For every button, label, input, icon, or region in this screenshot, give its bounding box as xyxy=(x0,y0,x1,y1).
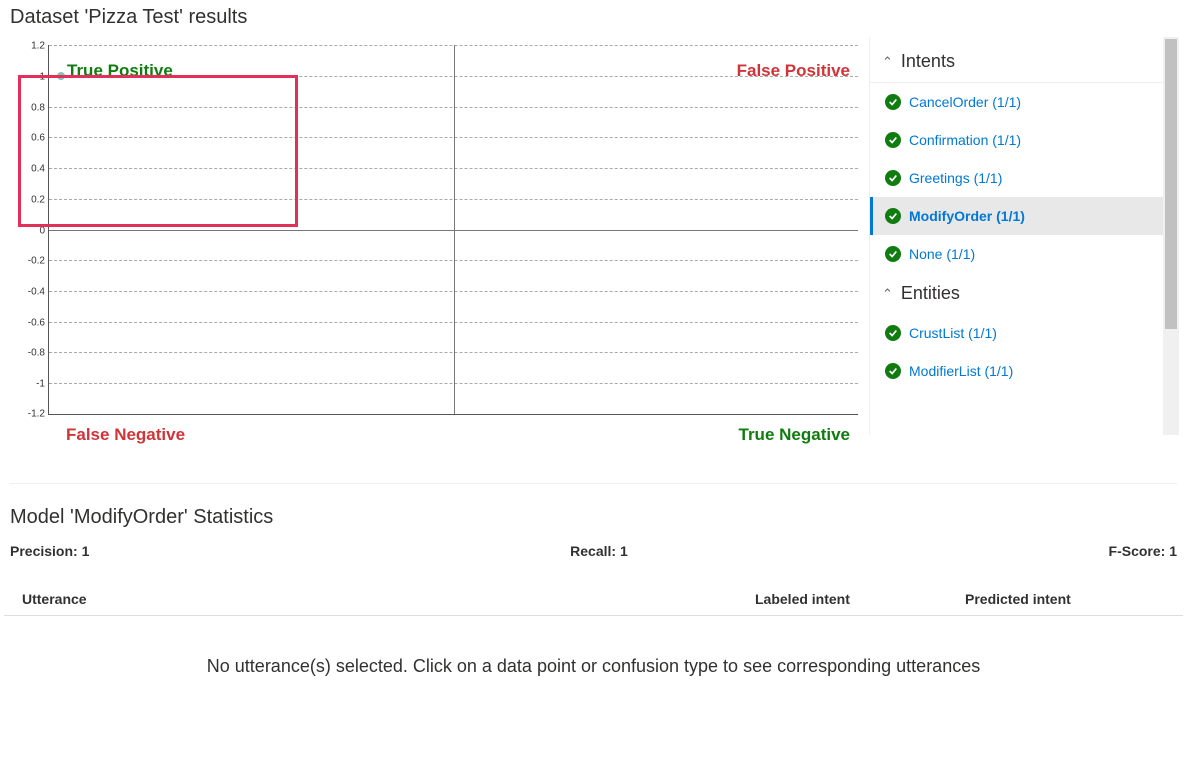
chart-center-axis xyxy=(454,45,455,414)
check-circle-icon xyxy=(885,94,901,110)
fscore-value: F-Score: 1 xyxy=(1109,543,1177,559)
sidebar-item-label: CrustList (1/1) xyxy=(909,325,997,341)
y-tick: -1 xyxy=(17,379,45,390)
sidebar-item-modifierlist[interactable]: ModifierList (1/1) xyxy=(870,352,1166,390)
y-tick: -0.8 xyxy=(17,348,45,359)
y-tick: 1 xyxy=(17,71,45,82)
check-circle-icon xyxy=(885,208,901,224)
sidebar-item-label: None (1/1) xyxy=(909,246,975,262)
recall-value: Recall: 1 xyxy=(570,543,628,559)
confusion-chart: 1.2 1 0.8 0.6 0.4 0.2 0 -0.2 -0.4 -0.6 -… xyxy=(8,37,861,457)
check-circle-icon xyxy=(885,132,901,148)
sidebar-item-confirmation[interactable]: Confirmation (1/1) xyxy=(870,121,1166,159)
chart-data-point[interactable] xyxy=(57,72,65,80)
results-top-row: 1.2 1 0.8 0.6 0.4 0.2 0 -0.2 -0.4 -0.6 -… xyxy=(0,37,1187,467)
empty-utterances-message: No utterance(s) selected. Click on a dat… xyxy=(0,616,1187,697)
sidebar: ⌃ Intents CancelOrder (1/1) Confirmation… xyxy=(869,37,1179,435)
stats-title: Model 'ModifyOrder' Statistics xyxy=(0,500,1187,543)
y-tick: -1.2 xyxy=(17,409,45,420)
th-labeled-intent[interactable]: Labeled intent xyxy=(755,591,965,607)
check-circle-icon xyxy=(885,325,901,341)
chart-label-false-positive[interactable]: False Positive xyxy=(737,61,850,81)
section-header-intents[interactable]: ⌃ Intents xyxy=(870,41,1166,83)
sidebar-item-none[interactable]: None (1/1) xyxy=(870,235,1166,273)
section-divider xyxy=(10,483,1177,484)
check-circle-icon xyxy=(885,170,901,186)
sidebar-item-cancelorder[interactable]: CancelOrder (1/1) xyxy=(870,83,1166,121)
y-tick: 0.2 xyxy=(17,194,45,205)
y-tick: -0.4 xyxy=(17,287,45,298)
chart-area[interactable]: 1.2 1 0.8 0.6 0.4 0.2 0 -0.2 -0.4 -0.6 -… xyxy=(48,45,858,415)
utterance-table-header: Utterance Labeled intent Predicted inten… xyxy=(4,583,1183,616)
sidebar-item-crustlist[interactable]: CrustList (1/1) xyxy=(870,314,1166,352)
chevron-up-icon: ⌃ xyxy=(882,54,893,70)
sidebar-item-label: Confirmation (1/1) xyxy=(909,132,1021,148)
y-tick: 0.6 xyxy=(17,133,45,144)
section-title: Intents xyxy=(901,51,955,72)
section-title: Entities xyxy=(901,283,960,304)
sidebar-scrollbar[interactable] xyxy=(1163,37,1179,435)
precision-value: Precision: 1 xyxy=(10,543,89,559)
stats-row: Precision: 1 Recall: 1 F-Score: 1 xyxy=(0,543,1187,583)
section-header-entities[interactable]: ⌃ Entities xyxy=(870,273,1166,314)
sidebar-item-label: Greetings (1/1) xyxy=(909,170,1002,186)
chart-label-true-positive[interactable]: True Positive xyxy=(67,61,173,81)
chart-label-true-negative[interactable]: True Negative xyxy=(739,425,851,445)
sidebar-item-greetings[interactable]: Greetings (1/1) xyxy=(870,159,1166,197)
y-tick: 1.2 xyxy=(17,41,45,52)
y-tick: -0.2 xyxy=(17,256,45,267)
check-circle-icon xyxy=(885,246,901,262)
y-tick: 0 xyxy=(17,225,45,236)
y-tick: 0.4 xyxy=(17,163,45,174)
y-tick: -0.6 xyxy=(17,317,45,328)
sidebar-item-label: ModifyOrder (1/1) xyxy=(909,208,1025,224)
sidebar-item-label: ModifierList (1/1) xyxy=(909,363,1013,379)
scrollbar-thumb[interactable] xyxy=(1165,39,1177,329)
y-tick: 0.8 xyxy=(17,102,45,113)
check-circle-icon xyxy=(885,363,901,379)
chevron-up-icon: ⌃ xyxy=(882,286,893,302)
th-utterance[interactable]: Utterance xyxy=(22,591,755,607)
sidebar-item-label: CancelOrder (1/1) xyxy=(909,94,1021,110)
chart-label-false-negative[interactable]: False Negative xyxy=(66,425,185,445)
th-predicted-intent[interactable]: Predicted intent xyxy=(965,591,1165,607)
sidebar-item-modifyorder[interactable]: ModifyOrder (1/1) xyxy=(870,197,1166,235)
page-title: Dataset 'Pizza Test' results xyxy=(0,0,1187,37)
